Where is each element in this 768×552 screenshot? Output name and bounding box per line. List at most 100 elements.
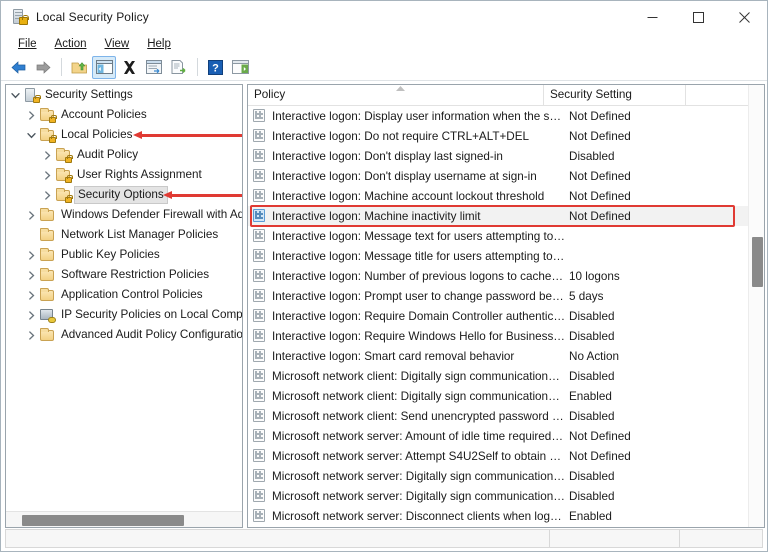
policy-name: Interactive logon: Display user informat… — [272, 109, 569, 123]
chevron-right-icon[interactable] — [24, 207, 39, 223]
policy-name: Microsoft network client: Digitally sign… — [272, 389, 569, 403]
policy-name: Microsoft network server: Disconnect cli… — [272, 509, 569, 523]
policy-row[interactable]: Interactive logon: Prompt user to change… — [248, 286, 748, 306]
policy-row[interactable]: Interactive logon: Require Domain Contro… — [248, 306, 748, 326]
menu-view[interactable]: View — [96, 37, 139, 51]
policy-row[interactable]: Interactive logon: Display user informat… — [248, 106, 748, 126]
policy-security-setting: Not Defined — [569, 129, 631, 143]
tree-item-ip-security-policies-on-local-computer[interactable]: IP Security Policies on Local Computer — [6, 305, 242, 325]
column-header-policy[interactable]: Policy — [248, 85, 544, 105]
policy-row[interactable]: Microsoft network server: Digitally sign… — [248, 466, 748, 486]
tree-item-user-rights-assignment[interactable]: User Rights Assignment — [6, 165, 242, 185]
chevron-right-icon[interactable] — [40, 187, 55, 203]
menu-file[interactable]: File — [9, 37, 46, 51]
chevron-right-icon[interactable] — [24, 327, 39, 343]
policy-row[interactable]: Interactive logon: Number of previous lo… — [248, 266, 748, 286]
policy-row[interactable]: Microsoft network server: Server SPN tar… — [248, 526, 748, 527]
menu-help[interactable]: Help — [138, 37, 180, 51]
policy-row[interactable]: Interactive logon: Machine account locko… — [248, 186, 748, 206]
tree-hscroll-thumb[interactable] — [22, 515, 184, 526]
tree-item-network-list-manager-policies[interactable]: Network List Manager Policies — [6, 225, 242, 245]
policy-row[interactable]: Interactive logon: Require Windows Hello… — [248, 326, 748, 346]
policy-security-setting: Disabled — [569, 309, 615, 323]
tree-item-application-control-policies[interactable]: Application Control Policies — [6, 285, 242, 305]
window-title: Local Security Policy — [36, 10, 149, 24]
policy-setting-icon — [253, 369, 266, 383]
policy-setting-icon — [253, 129, 266, 143]
console-tree-pane: Security Settings Account Policies Local P… — [5, 84, 243, 528]
folder-lock-icon — [55, 187, 73, 203]
policy-security-setting: Disabled — [569, 329, 615, 343]
properties-button[interactable] — [142, 56, 166, 79]
chevron-right-icon[interactable] — [24, 287, 39, 303]
tree-item-label: User Rights Assignment — [77, 168, 202, 181]
chevron-down-icon[interactable] — [8, 87, 23, 103]
show-action-pane-button[interactable] — [228, 56, 252, 79]
policy-row[interactable]: Interactive logon: Machine inactivity li… — [248, 206, 748, 226]
policy-name: Microsoft network server: Attempt S4U2Se… — [272, 449, 569, 463]
caption-button-group — [629, 1, 767, 33]
tree-item-public-key-policies[interactable]: Public Key Policies — [6, 245, 242, 265]
list-vscroll-thumb[interactable] — [752, 237, 763, 287]
chevron-right-icon[interactable] — [24, 107, 39, 123]
tree-item-windows-defender-firewall-with-advan[interactable]: Windows Defender Firewall with Advan — [6, 205, 242, 225]
policy-row[interactable]: Microsoft network server: Disconnect cli… — [248, 506, 748, 526]
chevron-right-icon[interactable] — [40, 167, 55, 183]
tree-item-software-restriction-policies[interactable]: Software Restriction Policies — [6, 265, 242, 285]
chevron-right-icon[interactable] — [24, 307, 39, 323]
chevron-right-icon[interactable] — [40, 147, 55, 163]
close-button[interactable] — [721, 1, 767, 33]
policy-row[interactable]: Interactive logon: Don't display last si… — [248, 146, 748, 166]
policy-security-setting: Disabled — [569, 409, 615, 423]
policy-row[interactable]: Interactive logon: Do not require CTRL+A… — [248, 126, 748, 146]
tree-item-account-policies[interactable]: Account Policies — [6, 105, 242, 125]
tree-item-security-settings[interactable]: Security Settings — [6, 85, 242, 105]
policy-name: Interactive logon: Message text for user… — [272, 229, 569, 243]
delete-button[interactable] — [117, 56, 141, 79]
policy-row[interactable]: Microsoft network client: Digitally sign… — [248, 386, 748, 406]
policy-security-setting: Disabled — [569, 369, 615, 383]
tree-item-security-options[interactable]: Security Options — [6, 185, 242, 205]
policy-row[interactable]: Interactive logon: Don't display usernam… — [248, 166, 748, 186]
menu-help-label: Help — [147, 37, 171, 50]
policy-row[interactable]: Interactive logon: Message title for use… — [248, 246, 748, 266]
maximize-button[interactable] — [675, 1, 721, 33]
chevron-down-icon[interactable] — [24, 127, 39, 143]
policy-row[interactable]: Microsoft network server: Digitally sign… — [248, 486, 748, 506]
menu-action[interactable]: Action — [46, 37, 96, 51]
policy-row[interactable]: Microsoft network server: Amount of idle… — [248, 426, 748, 446]
policy-row[interactable]: Microsoft network client: Digitally sign… — [248, 366, 748, 386]
console-tree: Security Settings Account Policies Local P… — [6, 85, 242, 511]
black-x-icon — [123, 60, 135, 74]
tree-horizontal-scrollbar[interactable] — [6, 511, 242, 527]
tree-item-advanced-audit-policy-configuration[interactable]: Advanced Audit Policy Configuration — [6, 325, 242, 345]
tree-item-audit-policy[interactable]: Audit Policy — [6, 145, 242, 165]
show-hide-console-tree-button[interactable] — [92, 55, 116, 79]
folder-up-icon — [71, 61, 87, 73]
policy-setting-icon — [253, 269, 266, 283]
policy-setting-icon — [253, 349, 266, 363]
tree-item-local-policies[interactable]: Local Policies — [6, 125, 242, 145]
policy-setting-icon — [253, 329, 266, 343]
chevron-right-icon[interactable] — [24, 247, 39, 263]
policy-row[interactable]: Microsoft network client: Send unencrypt… — [248, 406, 748, 426]
policy-row[interactable]: Interactive logon: Message text for user… — [248, 226, 748, 246]
tree-item-label: Advanced Audit Policy Configuration — [61, 328, 242, 341]
policy-name: Microsoft network client: Digitally sign… — [272, 369, 569, 383]
arrow-right-icon — [36, 60, 51, 74]
help-button[interactable]: ? — [203, 56, 227, 79]
back-button[interactable] — [6, 56, 30, 79]
policy-security-setting: Not Defined — [569, 109, 631, 123]
chevron-right-icon[interactable] — [24, 267, 39, 283]
column-header-security-setting[interactable]: Security Setting — [544, 85, 686, 105]
policy-row[interactable]: Microsoft network server: Attempt S4U2Se… — [248, 446, 748, 466]
policy-row[interactable]: Interactive logon: Smart card removal be… — [248, 346, 748, 366]
export-list-button[interactable] — [167, 56, 191, 79]
minimize-button[interactable] — [629, 1, 675, 33]
list-column-headers: Policy Security Setting — [248, 85, 764, 106]
policy-security-setting: Not Defined — [569, 429, 631, 443]
list-vertical-scrollbar[interactable] — [748, 85, 764, 527]
column-header-policy-label: Policy — [254, 88, 286, 101]
forward-button[interactable] — [31, 56, 55, 79]
up-one-level-button[interactable] — [67, 56, 91, 79]
